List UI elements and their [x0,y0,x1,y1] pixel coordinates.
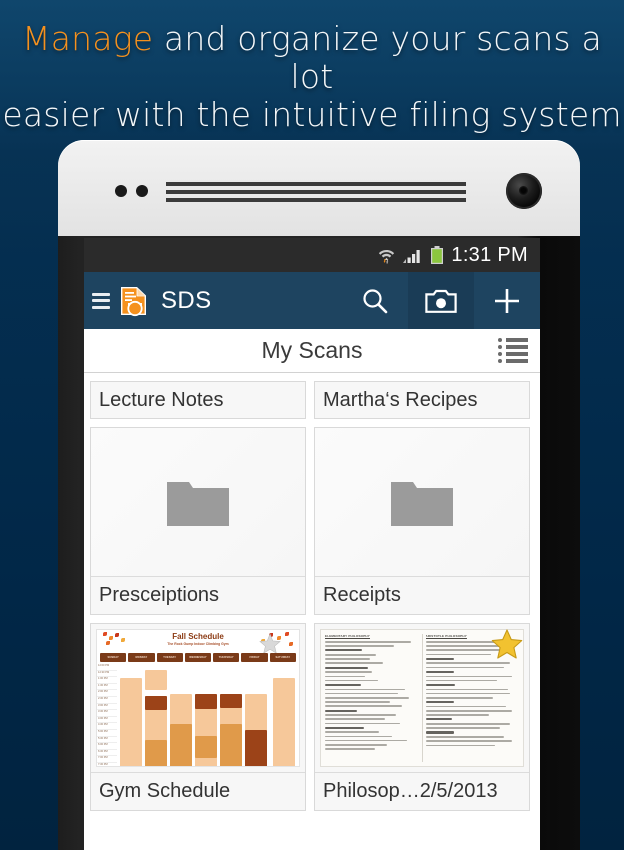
list-item[interactable]: Lecture Notes [90,381,306,419]
list-item[interactable]: Martha‘s Recipes [314,381,530,419]
tile-thumbnail [315,428,529,576]
day-header: FRIDAY [241,653,268,662]
search-icon [363,288,388,313]
headline-line-1-rest: and organize your scans a lot [153,19,602,96]
notes-left-column: ELEMENTARY PHILOSOPHY [325,634,423,762]
ambient-light-sensor-icon [136,185,148,197]
cellular-signal-icon [403,249,421,263]
folder-icon [391,482,453,526]
list-item[interactable]: Presceiptions [90,427,306,615]
front-camera-icon [506,173,542,209]
gym-schedule-header: Fall Schedule The Rock Gump Indoor Climb… [97,630,299,653]
sds-document-camera-icon [119,285,149,317]
camera-button[interactable] [408,272,474,329]
app-title: SDS [161,286,212,314]
sub-header: My Scans [84,329,540,373]
gym-schedule-subtitle: The Rock Gump Indoor Climbing Gym [167,642,229,646]
day-header: SUNDAY [100,653,127,662]
time-column: 12:00 PM 12:30 PM 1:00 PM 1:30 PM 2:00 P… [97,664,117,766]
headline-line-2: easier with the intuitive filing system [2,95,622,134]
phone-screen: 1:31 PM SDS My Scans Lecture Notes Marth… [84,238,540,850]
wifi-transfer-icon [379,249,395,263]
tile-label: Lecture Notes [99,388,224,411]
earpiece-speaker-icon [166,180,466,202]
tile-label: Martha‘s Recipes [323,388,478,411]
page-title: Manage and organize your scans a lot eas… [0,20,624,134]
search-button[interactable] [342,272,408,329]
tile-thumbnail [91,428,305,576]
headline-accent-word: Manage [22,19,154,58]
headline-line-1: Manage and organize your scans a lot [0,20,624,96]
status-bar: 1:31 PM [84,238,540,272]
status-time: 1:31 PM [451,243,528,266]
tile-label: Philosop…2/5/2013 [323,780,498,802]
list-item[interactable]: Receipts [314,427,530,615]
gym-schedule-title: Fall Schedule [172,632,224,641]
tile-thumbnail: ELEMENTARY PHILOSOPHY ARISTOTLE PHILOSOP… [315,624,529,772]
scans-grid: Lecture Notes Martha‘s Recipes Presceipt… [84,373,540,811]
gym-schedule-thumbnail: Fall Schedule The Rock Gump Indoor Climb… [96,629,300,767]
phone-mockup: 1:31 PM SDS My Scans Lecture Notes Marth… [58,140,580,850]
phone-top-bezel [58,140,580,238]
star-watermark-icon [259,633,281,653]
tile-thumbnail: Fall Schedule The Rock Gump Indoor Climb… [91,624,305,772]
starred-badge-icon [491,629,523,659]
tile-label: Gym Schedule [99,780,231,802]
tile-caption: Gym Schedule [91,772,305,810]
sub-header-title: My Scans [261,337,363,363]
hamburger-menu-icon[interactable] [92,292,110,309]
battery-full-icon [431,245,444,264]
folder-icon [167,482,229,526]
app-bar-left: SDS [92,285,212,317]
add-button[interactable] [474,272,540,329]
day-header: SATURDAY [269,653,296,662]
tile-label: Receipts [323,584,401,606]
day-header: TUESDAY [156,653,183,662]
app-bar-actions [342,272,540,329]
camera-icon [425,289,457,313]
gym-schedule-day-headers: SUNDAY MONDAY TUESDAY WEDNESDAY THURSDAY… [97,653,299,662]
tile-label: Presceiptions [99,584,220,606]
list-view-icon[interactable] [498,337,528,364]
proximity-sensor-icon [115,185,127,197]
notes-left-heading: ELEMENTARY PHILOSOPHY [325,634,370,638]
plus-icon [495,288,519,313]
list-item[interactable]: Fall Schedule The Rock Gump Indoor Climb… [90,623,306,811]
tile-caption: Philosop…2/5/2013 [315,772,529,810]
day-header: MONDAY [128,653,155,662]
tile-caption: Presceiptions [91,576,305,614]
day-header: THURSDAY [213,653,240,662]
app-bar: SDS [84,272,540,329]
gym-schedule-grid: 12:00 PM 12:30 PM 1:00 PM 1:30 PM 2:00 P… [97,664,299,766]
list-item[interactable]: ELEMENTARY PHILOSOPHY ARISTOTLE PHILOSOP… [314,623,530,811]
day-header: WEDNESDAY [184,653,212,662]
tile-caption: Receipts [315,576,529,614]
